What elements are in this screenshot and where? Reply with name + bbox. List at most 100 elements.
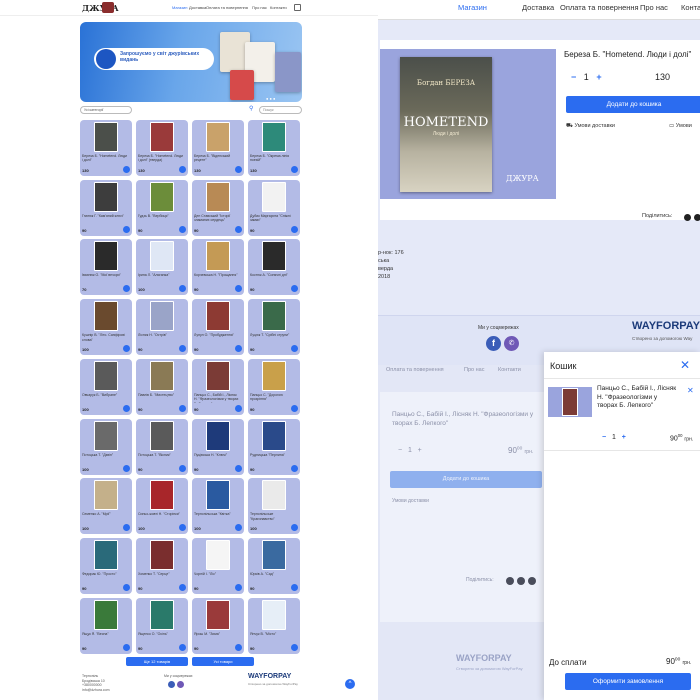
product-title[interactable]: Хоменко Т. "Серце"	[138, 572, 184, 582]
promo-banner[interactable]: Запрошуємо у світ джурівських видань ● ●…	[80, 22, 302, 102]
product-cover[interactable]	[262, 301, 286, 332]
product-cover[interactable]	[150, 301, 174, 332]
add-to-cart-icon[interactable]	[123, 225, 130, 233]
footer-line[interactable]: info@dzhura.com	[82, 688, 109, 693]
quantity-stepper[interactable]: − 1 +	[571, 72, 602, 82]
add-to-cart-icon[interactable]	[179, 225, 186, 233]
facebook-icon[interactable]	[168, 681, 175, 688]
product-title[interactable]: Береза Б. "Віденський рецепт"	[194, 154, 240, 164]
product-card[interactable]: Федорак Ю. "Просто" 90	[80, 537, 132, 594]
show-more-button[interactable]: Ще 12 товарів	[126, 657, 188, 666]
product-card[interactable]: Юрків А. "Сад" 90	[248, 537, 300, 594]
product-card[interactable]: Костюк А. "Сонячні дні" 90	[248, 239, 300, 296]
product-cover[interactable]	[94, 480, 118, 511]
product-card[interactable]: Потоцька Т. "Вісник" 90	[136, 418, 188, 475]
product-title[interactable]: Овчарук Б. "Вибране"	[82, 393, 128, 403]
product-title[interactable]: Гнатюк Г. "Кам'яний ключ"	[82, 214, 128, 224]
minus-button[interactable]: −	[602, 434, 606, 441]
cart-icon[interactable]	[294, 4, 301, 11]
filter-icon[interactable]: ⚲	[249, 106, 256, 113]
minus-button[interactable]: −	[571, 72, 576, 82]
cart-quantity-stepper[interactable]: − 1 +	[602, 434, 626, 441]
product-cover[interactable]	[262, 480, 286, 511]
product-title[interactable]: Павлів Б. "Мистецтво"	[138, 393, 184, 403]
product-card[interactable]: Семенко А. "Мрії" 100	[80, 478, 132, 535]
nav-item[interactable]: Контакти	[681, 3, 700, 12]
product-card[interactable]: Рудницька "Перлина" 90	[248, 418, 300, 475]
product-title[interactable]: Рудницька "Перлина"	[250, 453, 296, 463]
all-products-button[interactable]: Усі товари	[192, 657, 254, 666]
product-title[interactable]: Дубик Маргарита "Сніжні замки"	[250, 214, 296, 224]
remove-item-icon[interactable]: ✕	[687, 386, 694, 395]
add-to-cart-icon[interactable]	[123, 345, 130, 353]
product-card[interactable]: Береза Б. "Hometend. Люди і долі" (тверд…	[136, 120, 188, 176]
product-card[interactable]: Павлів Б. "Мистецтво" 90	[136, 358, 188, 415]
nav-item[interactable]: Контакти	[270, 5, 287, 10]
plus-button[interactable]: +	[622, 434, 626, 441]
product-cover[interactable]	[262, 360, 286, 391]
add-to-cart-icon[interactable]	[291, 166, 298, 173]
add-to-cart-icon[interactable]	[179, 524, 186, 532]
add-to-cart-icon[interactable]	[179, 643, 186, 651]
add-to-cart-icon[interactable]	[235, 524, 242, 532]
product-title[interactable]: Федорак Ю. "Просто"	[82, 572, 128, 582]
product-card[interactable]: Ірина Л. "Альтанка" 100	[136, 239, 188, 296]
add-to-cart-icon[interactable]	[123, 166, 130, 173]
nav-item[interactable]: Про нас	[252, 5, 267, 10]
product-cover[interactable]	[94, 241, 118, 272]
product-title[interactable]: Синьо-жовті Н. "Сторінки"	[138, 512, 184, 522]
product-card[interactable]: Кушнір В. "Літо. Сапфірові слова" 100	[80, 299, 132, 356]
product-title[interactable]: Ярош М. "Зима"	[194, 632, 240, 642]
add-to-cart-icon[interactable]	[291, 345, 298, 353]
product-card[interactable]: Лупул О. "Пробудження" 90	[192, 299, 244, 356]
product-cover[interactable]	[206, 301, 230, 332]
product-card[interactable]: Ящук Я. "Весна" 90	[80, 597, 132, 654]
add-to-cart-icon[interactable]	[123, 464, 130, 472]
product-title[interactable]: Ященко О. "Осінь"	[138, 632, 184, 642]
product-title[interactable]: Янчук В. "Місто"	[250, 632, 296, 642]
nav-item[interactable]: Доставка	[522, 3, 554, 12]
product-title[interactable]: Береза Б. "Hometend. Люди і долі" (тверд…	[138, 154, 184, 164]
add-to-cart-icon[interactable]	[179, 285, 186, 293]
search-input[interactable]: Пошук	[259, 106, 302, 114]
add-to-cart-icon[interactable]	[123, 643, 130, 651]
product-cover[interactable]	[262, 420, 286, 451]
add-to-cart-icon[interactable]	[235, 345, 242, 353]
add-to-cart-icon[interactable]	[235, 166, 242, 173]
product-card[interactable]: Пуцівська Н. "Ключі" 90	[192, 418, 244, 475]
add-to-cart-icon[interactable]	[235, 285, 242, 293]
product-title[interactable]: Ден Ставський "Історії зламаних сердець"	[194, 214, 240, 224]
product-title[interactable]: Луцюк Т. "Срібні струни"	[250, 333, 296, 343]
product-cover[interactable]	[206, 241, 230, 272]
product-title[interactable]: Береза Б. "Окрема лінія поезій"	[250, 154, 296, 164]
product-card[interactable]: Корчевська Н. "Прощання" 90	[192, 239, 244, 296]
product-card[interactable]: Панцьо С. "Дорогою прозріння" 90	[248, 358, 300, 415]
product-card[interactable]: Чорній І. "Ліс" 90	[192, 537, 244, 594]
product-cover[interactable]	[94, 181, 118, 212]
product-image[interactable]: Богдан БЕРЕЗА HOMETEND Люди і долі ДЖУРА	[380, 49, 556, 199]
product-cover[interactable]	[206, 539, 230, 570]
add-to-cart-button[interactable]: Додати до кошика	[566, 96, 700, 113]
nav-item[interactable]: Про нас	[640, 3, 668, 12]
product-cover[interactable]	[262, 122, 286, 152]
add-to-cart-icon[interactable]	[179, 583, 186, 591]
product-card[interactable]: Тернопільське "Краєзнавство" 100	[248, 478, 300, 535]
product-title[interactable]: Потоцька Т. "Дзвін"	[82, 453, 128, 463]
product-cover[interactable]	[206, 181, 230, 212]
banner-pagination-dots[interactable]: ● ● ●	[266, 96, 275, 101]
add-to-cart-icon[interactable]	[291, 285, 298, 293]
product-card[interactable]: Синьо-жовті Н. "Сторінки" 100	[136, 478, 188, 535]
product-card[interactable]: Луцюк Т. "Срібні струни" 90	[248, 299, 300, 356]
product-cover[interactable]	[94, 420, 118, 451]
add-to-cart-icon[interactable]	[235, 464, 242, 472]
close-icon[interactable]: ✕	[680, 358, 690, 372]
add-to-cart-icon[interactable]	[291, 225, 298, 233]
product-card[interactable]: Береза Б. "Окрема лінія поезій" 130	[248, 120, 300, 176]
product-title[interactable]: Корчевська Н. "Прощання"	[194, 273, 240, 283]
product-title[interactable]: Костюк А. "Сонячні дні"	[250, 273, 296, 283]
product-title[interactable]: Юрків А. "Сад"	[250, 572, 296, 582]
product-card[interactable]: Янчук В. "Місто" 90	[248, 597, 300, 654]
product-card[interactable]: Дубик Маргарита "Сніжні замки" 90	[248, 179, 300, 236]
add-to-cart-icon[interactable]	[123, 404, 130, 412]
twitter-share-icon[interactable]	[694, 214, 700, 221]
